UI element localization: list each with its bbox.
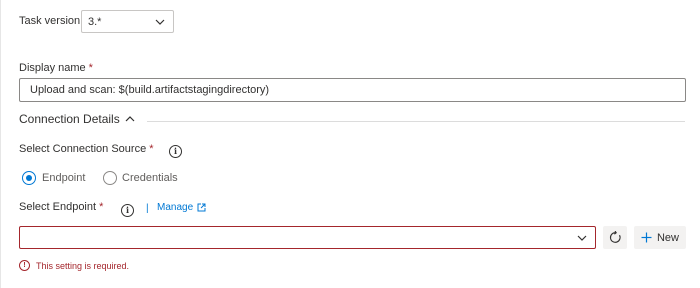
refresh-icon xyxy=(609,231,621,243)
chevron-down-icon xyxy=(577,235,587,241)
new-button-label: New xyxy=(656,231,679,244)
manage-link-text: Manage xyxy=(157,202,194,213)
separator: | xyxy=(146,203,149,214)
required-asterisk: * xyxy=(149,143,154,155)
required-asterisk: * xyxy=(88,62,93,74)
radio-endpoint[interactable] xyxy=(22,171,36,185)
chevron-down-icon xyxy=(155,19,165,25)
plus-icon xyxy=(641,232,652,243)
radio-endpoint-label[interactable]: Endpoint xyxy=(42,172,85,184)
manage-link[interactable]: Manage xyxy=(157,202,206,213)
new-endpoint-button[interactable]: New xyxy=(634,226,686,249)
select-endpoint-label: Select Endpoint * xyxy=(19,201,103,213)
endpoint-error-message: ! This setting is required. xyxy=(19,260,129,271)
chevron-up-icon xyxy=(125,116,135,122)
display-name-label-text: Display name xyxy=(19,62,86,74)
connection-details-title: Connection Details xyxy=(19,112,120,126)
radio-credentials[interactable] xyxy=(103,171,117,185)
display-name-label: Display name * xyxy=(19,62,93,74)
connection-details-toggle[interactable]: Connection Details xyxy=(19,112,135,126)
required-asterisk: * xyxy=(99,201,104,213)
connection-source-label-text: Select Connection Source xyxy=(19,143,147,155)
connection-source-label: Select Connection Source * xyxy=(19,143,153,155)
error-icon: ! xyxy=(19,260,30,271)
info-icon[interactable]: i xyxy=(121,204,134,217)
endpoint-dropdown[interactable] xyxy=(19,226,596,249)
error-text: This setting is required. xyxy=(36,260,130,271)
select-endpoint-label-text: Select Endpoint xyxy=(19,201,97,213)
panel-left-border xyxy=(0,0,1,288)
display-name-input[interactable]: Upload and scan: $(build.artifactstaging… xyxy=(19,78,686,102)
radio-credentials-label[interactable]: Credentials xyxy=(122,172,178,184)
refresh-button[interactable] xyxy=(603,226,627,249)
task-version-dropdown[interactable]: 3.* xyxy=(81,10,174,33)
section-divider xyxy=(147,121,685,122)
task-version-label: Task version xyxy=(19,15,81,27)
info-icon[interactable]: i xyxy=(169,145,182,158)
task-settings-panel: Task version 3.* Display name * Upload an… xyxy=(0,0,700,288)
task-version-value: 3.* xyxy=(88,15,102,28)
external-link-icon xyxy=(197,203,206,212)
